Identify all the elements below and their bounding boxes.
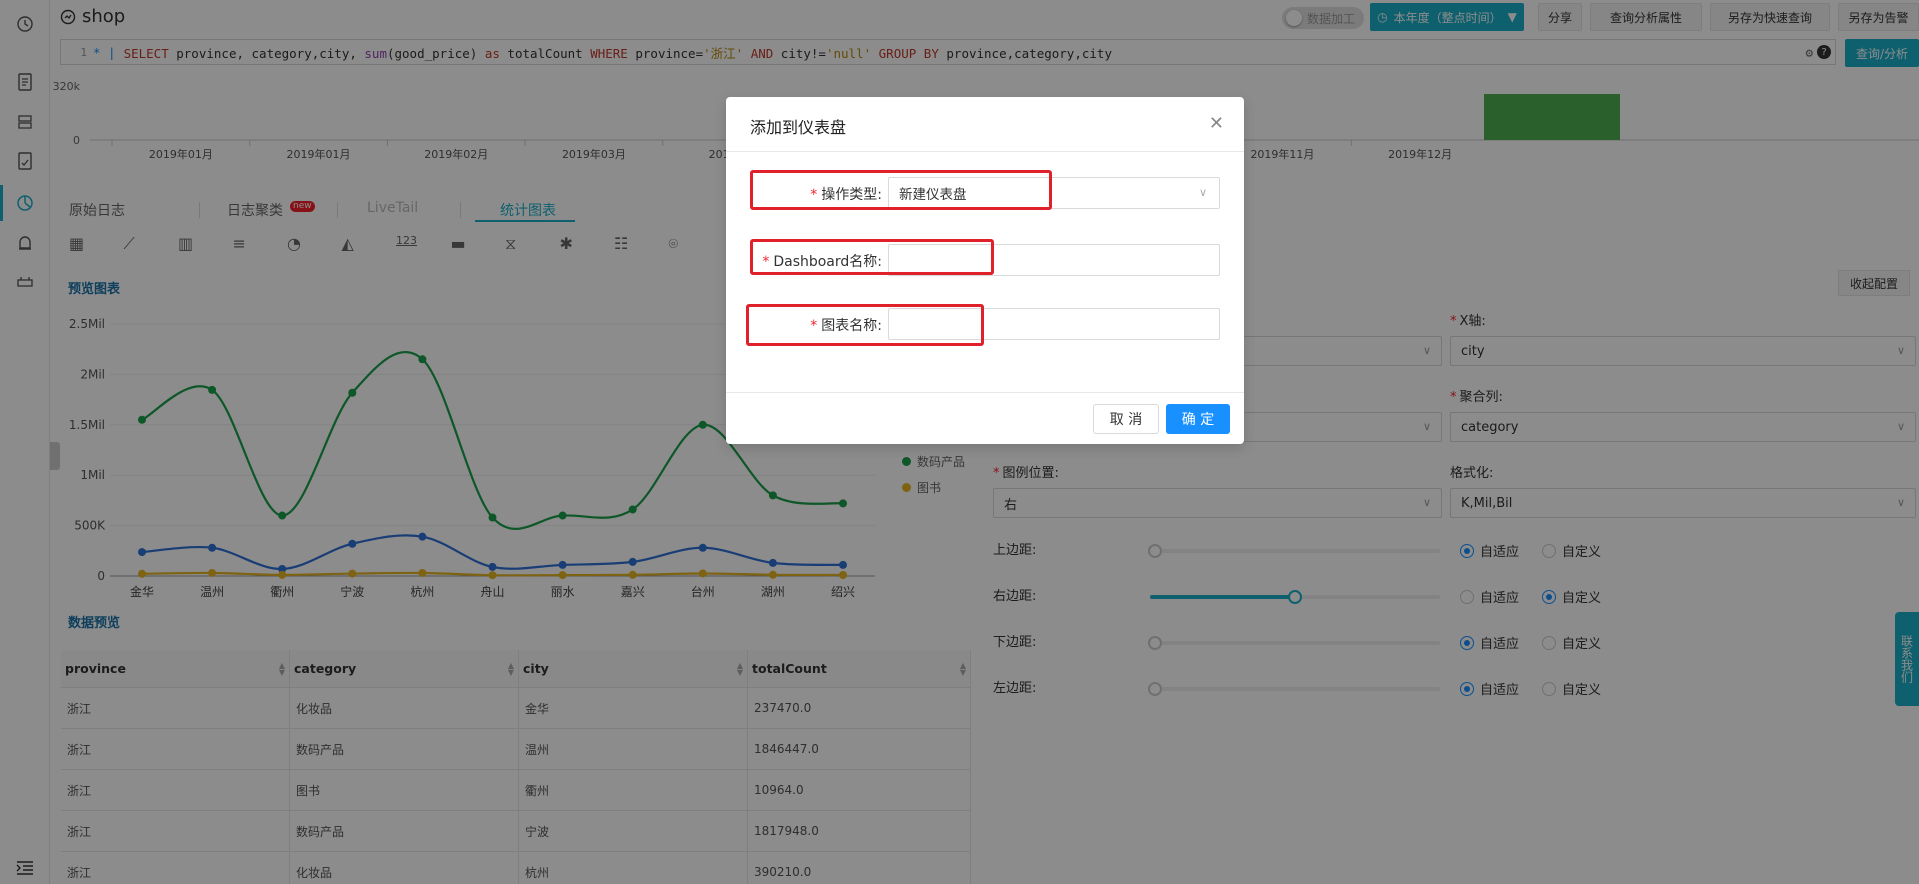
highlight-box bbox=[746, 304, 984, 346]
cancel-button[interactable]: 取 消 bbox=[1093, 404, 1159, 434]
modal-footer: 取 消 确 定 bbox=[726, 392, 1244, 444]
close-icon[interactable]: ✕ bbox=[1209, 113, 1224, 134]
highlight-box bbox=[750, 170, 1052, 210]
modal-title: 添加到仪表盘 bbox=[750, 118, 847, 137]
modal-header: 添加到仪表盘 ✕ bbox=[726, 97, 1244, 152]
add-to-dashboard-modal: 添加到仪表盘 ✕ * 操作类型: 新建仪表盘 ∨ * Dashboard名称: * 图表… bbox=[726, 97, 1244, 444]
highlight-box bbox=[750, 239, 994, 275]
confirm-button[interactable]: 确 定 bbox=[1166, 404, 1230, 434]
chevron-down-icon: ∨ bbox=[1198, 186, 1207, 199]
